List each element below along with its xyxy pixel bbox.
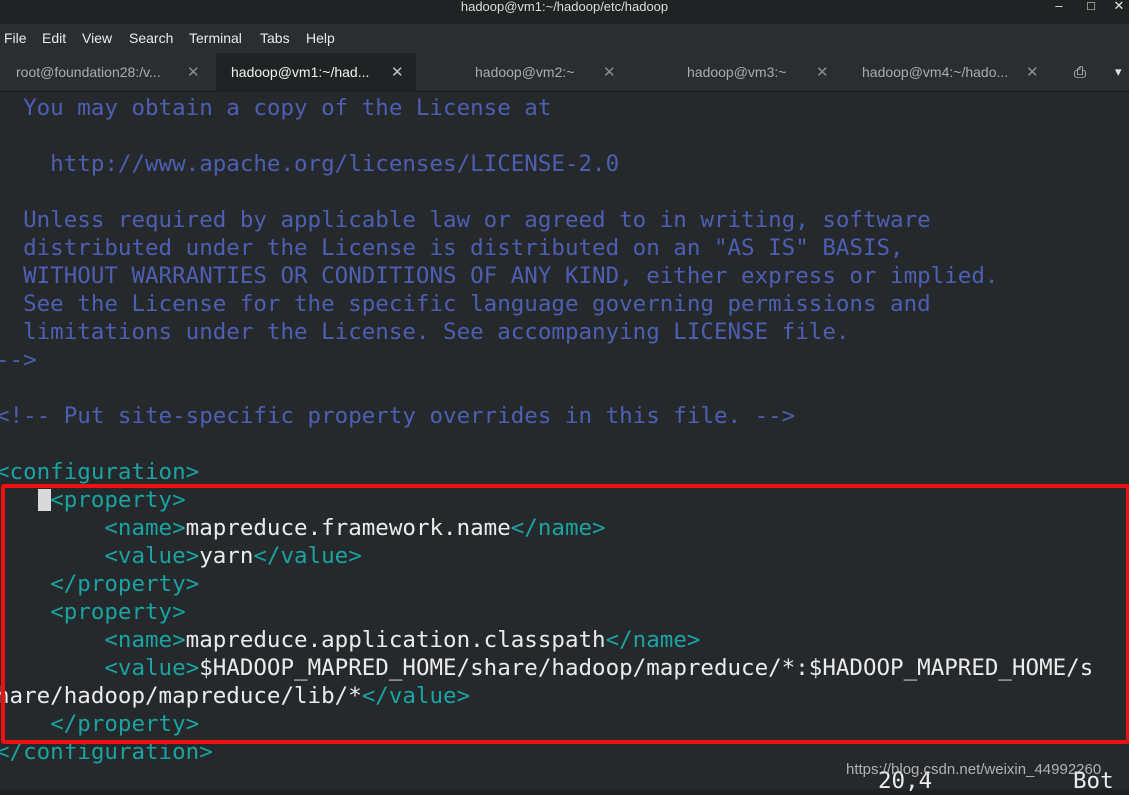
menu-bar: File Edit View Search Terminal Tabs Help [0, 24, 1129, 53]
terminal-line: See the License for the specific languag… [0, 290, 931, 318]
tab-vm2[interactable]: hadoop@vm2:~ ✕ [417, 53, 632, 91]
menu-help[interactable]: Help [306, 30, 335, 46]
tab-foundation28[interactable]: root@foundation28:/v... ✕ [0, 53, 215, 91]
close-window-button[interactable]: ✕ [1110, 0, 1128, 16]
terminal-line: WITHOUT WARRANTIES OR CONDITIONS OF ANY … [0, 262, 998, 290]
close-tab-icon[interactable]: ✕ [816, 63, 829, 81]
close-tab-icon[interactable]: ✕ [391, 63, 404, 81]
close-tab-icon[interactable]: ✕ [1026, 63, 1039, 81]
tab-label: hadoop@vm4:~/hado... [862, 64, 1009, 80]
code-comment-span: http://www.apache.org/licenses/LICENSE-2… [0, 151, 620, 177]
code-comment-span: --> [0, 347, 37, 373]
highlight-annotation-box [1, 484, 1129, 744]
maximize-button[interactable]: □ [1082, 0, 1100, 16]
terminal-line: limitations under the License. See accom… [0, 318, 849, 346]
code-comment-span: See the License for the specific languag… [0, 291, 931, 317]
watermark-text: https://blog.csdn.net/weixin_44992260 [846, 761, 1102, 778]
code-comment-span: limitations under the License. See accom… [0, 319, 850, 345]
tab-list-dropdown-icon[interactable]: ▾ [1115, 64, 1122, 80]
menu-tabs[interactable]: Tabs [260, 30, 290, 46]
tab-label: root@foundation28:/v... [16, 64, 161, 80]
menu-file[interactable]: File [4, 30, 27, 46]
terminal-line: <configuration> [0, 458, 199, 486]
tab-vm4[interactable]: hadoop@vm4:~/hado... ✕ [844, 53, 1059, 91]
tab-label: hadoop@vm3:~ [687, 64, 787, 80]
terminal-line: Unless required by applicable law or agr… [0, 206, 931, 234]
code-comment-span: You may obtain a copy of the License at [0, 95, 552, 121]
menu-edit[interactable]: Edit [42, 30, 66, 46]
tab-label: hadoop@vm2:~ [475, 64, 575, 80]
tab-vm1[interactable]: hadoop@vm1:~/had... ✕ [216, 53, 416, 93]
terminal-line: <!-- Put site-specific property override… [0, 402, 795, 430]
code-comment-span: WITHOUT WARRANTIES OR CONDITIONS OF ANY … [0, 263, 999, 289]
tab-label: hadoop@vm1:~/had... [231, 64, 370, 80]
code-comment-span: Unless required by applicable law or agr… [0, 207, 931, 233]
tab-bar: root@foundation28:/v... ✕ hadoop@vm1:~/h… [0, 53, 1129, 93]
terminal-line: http://www.apache.org/licenses/LICENSE-2… [0, 150, 619, 178]
code-comment-span: <!-- Put site-specific property override… [0, 403, 796, 429]
terminal-line: --> [0, 346, 37, 374]
terminal-viewport[interactable]: You may obtain a copy of the License at … [0, 92, 1129, 789]
window-titlebar: hadoop@vm1:~/hadoop/etc/hadoop – □ ✕ [0, 0, 1129, 24]
code-tag-span: <configuration> [0, 459, 200, 485]
new-tab-icon[interactable]: ⎙ [1074, 64, 1086, 81]
terminal-line: You may obtain a copy of the License at [0, 94, 551, 122]
menu-terminal[interactable]: Terminal [189, 30, 242, 46]
terminal-line: distributed under the License is distrib… [0, 234, 904, 262]
menu-search[interactable]: Search [129, 30, 173, 46]
close-tab-icon[interactable]: ✕ [187, 63, 200, 81]
close-tab-icon[interactable]: ✕ [603, 63, 616, 81]
minimize-button[interactable]: – [1050, 0, 1068, 16]
tab-vm3[interactable]: hadoop@vm3:~ ✕ [633, 53, 843, 91]
code-comment-span: distributed under the License is distrib… [0, 235, 904, 261]
window-title: hadoop@vm1:~/hadoop/etc/hadoop [460, 0, 669, 14]
menu-view[interactable]: View [82, 30, 112, 46]
